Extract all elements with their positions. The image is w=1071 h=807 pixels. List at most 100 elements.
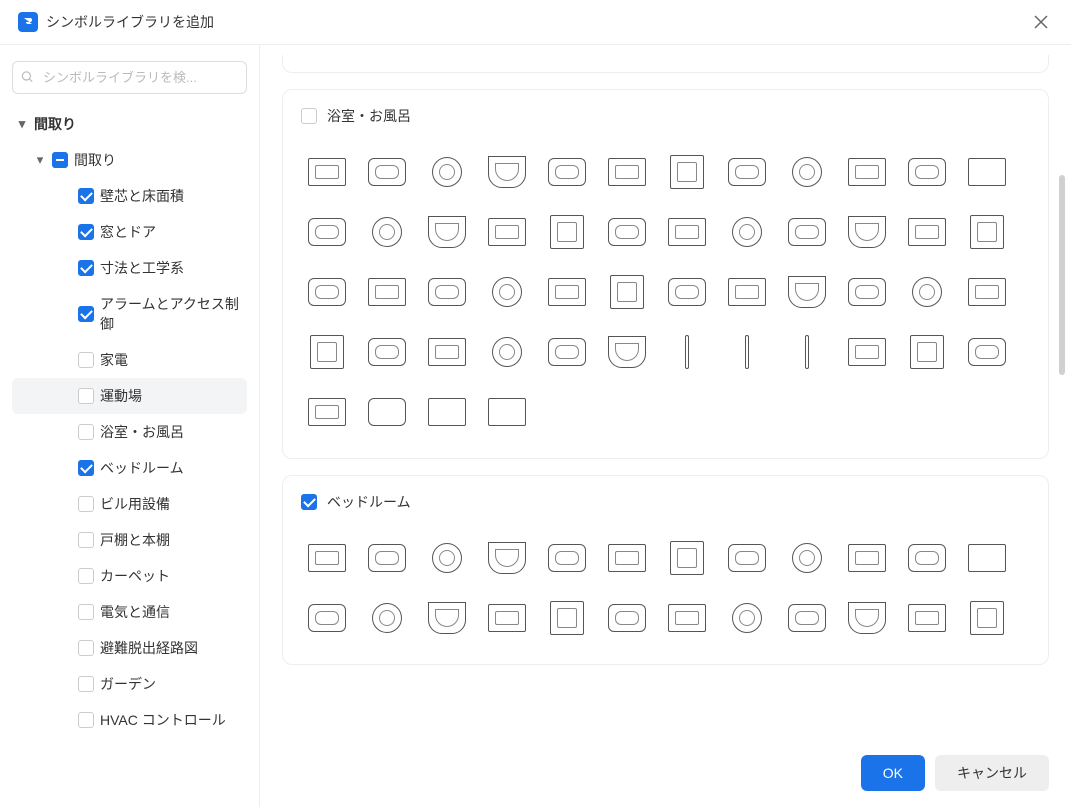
sidebar-item-5[interactable]: 運動場 — [12, 378, 247, 414]
sidebar-checkbox[interactable] — [78, 260, 94, 276]
sidebar-item-10[interactable]: カーペット — [12, 558, 247, 594]
symbol-item[interactable] — [839, 264, 895, 320]
symbol-item[interactable] — [899, 324, 955, 380]
symbol-item[interactable] — [479, 204, 535, 260]
symbol-item[interactable] — [299, 264, 355, 320]
symbol-item[interactable] — [659, 590, 715, 646]
symbol-item[interactable] — [839, 590, 895, 646]
sidebar-item-4[interactable]: 家電 — [12, 342, 247, 378]
sidebar-checkbox[interactable] — [78, 640, 94, 656]
sidebar-checkbox[interactable] — [78, 352, 94, 368]
symbol-item[interactable] — [719, 264, 775, 320]
symbol-item[interactable] — [959, 324, 1015, 380]
sidebar-item-8[interactable]: ビル用設備 — [12, 486, 247, 522]
symbol-item[interactable] — [839, 324, 895, 380]
symbol-item[interactable] — [359, 384, 415, 440]
sidebar-item-14[interactable]: HVAC コントロール — [12, 702, 247, 738]
symbol-item[interactable] — [539, 530, 595, 586]
symbol-item[interactable] — [659, 144, 715, 200]
symbol-item[interactable] — [539, 324, 595, 380]
symbol-item[interactable] — [959, 590, 1015, 646]
symbol-item[interactable] — [719, 324, 775, 380]
sidebar-checkbox[interactable] — [78, 460, 94, 476]
sidebar-item-1[interactable]: 窓とドア — [12, 214, 247, 250]
symbol-item[interactable] — [299, 204, 355, 260]
symbol-item[interactable] — [599, 530, 655, 586]
sidebar-item-7[interactable]: ベッドルーム — [12, 450, 247, 486]
symbol-item[interactable] — [359, 204, 415, 260]
sidebar-item-9[interactable]: 戸棚と本棚 — [12, 522, 247, 558]
symbol-item[interactable] — [419, 144, 475, 200]
symbol-item[interactable] — [599, 204, 655, 260]
content-scroll[interactable]: 浴室・お風呂 ベッドルーム — [260, 45, 1071, 807]
symbol-item[interactable] — [659, 204, 715, 260]
sidebar-checkbox[interactable] — [78, 306, 94, 322]
symbol-item[interactable] — [359, 324, 415, 380]
symbol-item[interactable] — [899, 590, 955, 646]
sidebar-checkbox[interactable] — [78, 532, 94, 548]
symbol-item[interactable] — [419, 324, 475, 380]
symbol-item[interactable] — [899, 530, 955, 586]
symbol-item[interactable] — [539, 144, 595, 200]
symbol-item[interactable] — [899, 264, 955, 320]
symbol-item[interactable] — [299, 590, 355, 646]
symbol-item[interactable] — [719, 144, 775, 200]
scrollbar-thumb[interactable] — [1059, 175, 1065, 375]
symbol-item[interactable] — [299, 324, 355, 380]
symbol-item[interactable] — [719, 530, 775, 586]
symbol-item[interactable] — [959, 264, 1015, 320]
cancel-button[interactable]: キャンセル — [935, 755, 1049, 791]
symbol-item[interactable] — [419, 384, 475, 440]
symbol-item[interactable] — [599, 144, 655, 200]
symbol-item[interactable] — [779, 144, 835, 200]
symbol-item[interactable] — [839, 204, 895, 260]
symbol-item[interactable] — [479, 384, 535, 440]
sidebar-checkbox[interactable] — [78, 712, 94, 728]
symbol-item[interactable] — [299, 384, 355, 440]
sidebar-item-13[interactable]: ガーデン — [12, 666, 247, 702]
symbol-item[interactable] — [779, 264, 835, 320]
symbol-item[interactable] — [599, 324, 655, 380]
sidebar-checkbox[interactable] — [78, 496, 94, 512]
category-checkbox-bedroom[interactable] — [301, 494, 317, 510]
symbol-item[interactable] — [419, 264, 475, 320]
tree-top-row[interactable]: ▾ 間取り — [12, 106, 247, 142]
symbol-item[interactable] — [479, 324, 535, 380]
sidebar-item-6[interactable]: 浴室・お風呂 — [12, 414, 247, 450]
symbol-item[interactable] — [959, 530, 1015, 586]
sidebar-item-0[interactable]: 壁芯と床面積 — [12, 178, 247, 214]
search-input[interactable] — [12, 61, 247, 94]
sidebar-checkbox[interactable] — [78, 676, 94, 692]
sidebar-item-11[interactable]: 電気と通信 — [12, 594, 247, 630]
sidebar-checkbox[interactable] — [78, 188, 94, 204]
symbol-item[interactable] — [779, 204, 835, 260]
symbol-item[interactable] — [479, 144, 535, 200]
symbol-item[interactable] — [659, 324, 715, 380]
sidebar-item-2[interactable]: 寸法と工学系 — [12, 250, 247, 286]
symbol-item[interactable] — [779, 590, 835, 646]
symbol-item[interactable] — [479, 530, 535, 586]
symbol-item[interactable] — [539, 590, 595, 646]
symbol-item[interactable] — [539, 264, 595, 320]
symbol-item[interactable] — [359, 144, 415, 200]
symbol-item[interactable] — [359, 530, 415, 586]
symbol-item[interactable] — [959, 144, 1015, 200]
symbol-item[interactable] — [899, 204, 955, 260]
symbol-item[interactable] — [479, 590, 535, 646]
ok-button[interactable]: OK — [861, 755, 925, 791]
symbol-item[interactable] — [779, 530, 835, 586]
symbol-item[interactable] — [659, 530, 715, 586]
symbol-item[interactable] — [659, 264, 715, 320]
symbol-item[interactable] — [419, 590, 475, 646]
symbol-item[interactable] — [299, 530, 355, 586]
symbol-item[interactable] — [599, 264, 655, 320]
tree-group-row[interactable]: ▾ 間取り — [12, 142, 247, 178]
symbol-item[interactable] — [419, 204, 475, 260]
sidebar-checkbox[interactable] — [78, 224, 94, 240]
symbol-item[interactable] — [599, 590, 655, 646]
category-checkbox-bath[interactable] — [301, 108, 317, 124]
symbol-item[interactable] — [899, 144, 955, 200]
close-button[interactable] — [1029, 10, 1053, 34]
sidebar-checkbox[interactable] — [78, 604, 94, 620]
symbol-item[interactable] — [299, 144, 355, 200]
